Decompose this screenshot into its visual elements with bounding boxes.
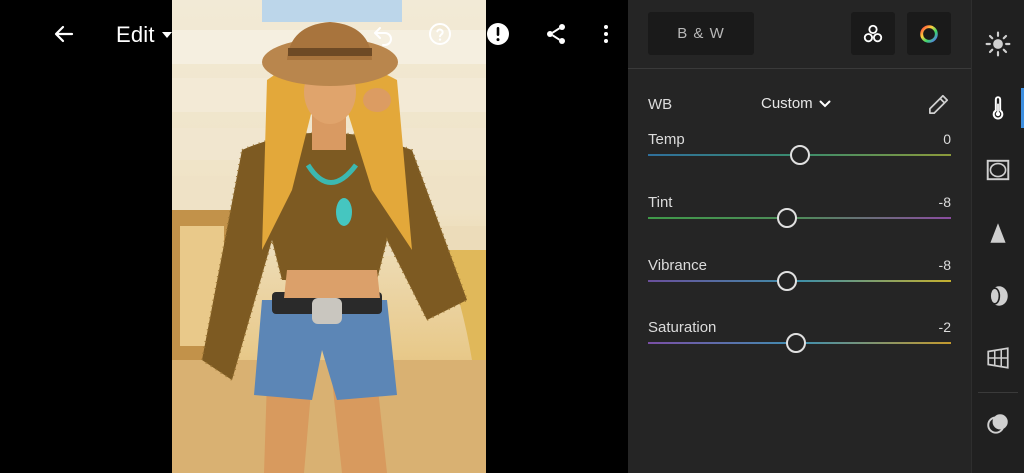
top-toolbar: Edit <box>0 0 628 68</box>
rail-geometry[interactable] <box>972 332 1024 384</box>
white-balance-label: WB <box>648 96 673 113</box>
share-button[interactable] <box>540 18 572 50</box>
chevron-down-icon <box>819 100 831 107</box>
tint-value: -8 <box>938 194 951 210</box>
color-wheel-icon <box>920 24 938 43</box>
rail-effects[interactable] <box>972 144 1024 196</box>
edit-mode-dropdown[interactable]: Edit <box>116 20 173 50</box>
panel-header: B & W <box>628 0 971 69</box>
saturation-label: Saturation <box>648 319 717 336</box>
tool-rail <box>971 0 1024 473</box>
color-grading-button[interactable] <box>907 12 951 55</box>
saturation-thumb[interactable] <box>786 333 807 353</box>
help-icon <box>429 23 451 45</box>
photo-illustration <box>172 0 486 473</box>
black-white-button[interactable]: B & W <box>648 12 754 55</box>
photo-canvas[interactable]: Edit <box>0 0 628 473</box>
temp-slider[interactable]: Temp 0 <box>648 131 951 181</box>
rail-separator <box>978 392 1018 393</box>
detail-triangle-icon <box>990 223 1006 243</box>
tint-track[interactable] <box>648 217 951 219</box>
rail-presets[interactable] <box>972 398 1024 450</box>
help-button[interactable] <box>424 18 456 50</box>
rail-detail[interactable] <box>972 207 1024 259</box>
vibrance-value: -8 <box>938 257 951 273</box>
white-balance-value: Custom <box>761 95 813 112</box>
tint-slider[interactable]: Tint -8 <box>648 194 951 244</box>
rail-optics[interactable] <box>972 270 1024 322</box>
vignette-frame-icon <box>986 159 1010 181</box>
more-vertical-icon <box>604 25 608 43</box>
lens-icon <box>989 286 1008 306</box>
caret-down-icon <box>161 32 172 38</box>
color-edit-panel: B & W WB Custom Temp 0 Tint -8 Vibrance … <box>628 0 971 473</box>
vibrance-thumb[interactable] <box>777 271 798 291</box>
more-options-button[interactable] <box>590 18 622 50</box>
saturation-value: -2 <box>938 319 951 335</box>
temp-label: Temp <box>648 131 685 148</box>
eyedropper-button[interactable] <box>925 92 951 118</box>
white-balance-dropdown[interactable]: Custom <box>761 95 831 112</box>
color-mix-icon <box>863 24 883 42</box>
undo-icon <box>374 27 392 46</box>
edited-photo[interactable] <box>172 0 486 473</box>
rail-color[interactable] <box>972 82 1024 134</box>
share-icon <box>547 24 565 44</box>
sun-icon <box>985 31 1011 57</box>
rail-light[interactable] <box>972 18 1024 70</box>
thermometer-icon <box>992 96 1004 120</box>
alert-button[interactable] <box>482 18 514 50</box>
presets-icon <box>987 414 1008 434</box>
eyedropper-icon <box>929 94 949 114</box>
saturation-slider[interactable]: Saturation -2 <box>648 319 951 369</box>
tint-label: Tint <box>648 194 673 211</box>
back-button[interactable] <box>48 18 80 50</box>
vibrance-track[interactable] <box>648 280 951 282</box>
color-mix-button[interactable] <box>851 12 895 55</box>
vibrance-label: Vibrance <box>648 257 707 274</box>
white-balance-row: WB Custom <box>648 92 951 118</box>
vibrance-slider[interactable]: Vibrance -8 <box>648 257 951 307</box>
arrow-left-icon <box>54 25 74 43</box>
undo-button[interactable] <box>367 18 399 50</box>
edit-mode-label: Edit <box>116 22 155 47</box>
tint-thumb[interactable] <box>777 208 798 228</box>
temp-thumb[interactable] <box>789 145 810 165</box>
alert-icon <box>487 23 509 45</box>
temp-value: 0 <box>943 131 951 147</box>
geometry-grid-icon <box>987 347 1009 369</box>
